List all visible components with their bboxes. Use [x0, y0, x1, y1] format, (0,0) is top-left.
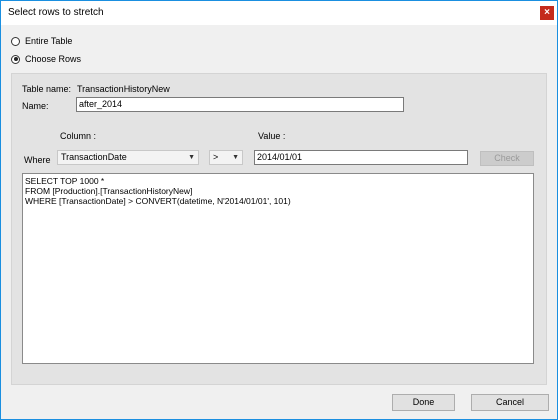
value-input[interactable]: 2014/01/01 — [254, 150, 468, 165]
value-header: Value : — [258, 131, 286, 141]
operator-dropdown[interactable]: > ▼ — [209, 150, 243, 165]
choose-rows-option[interactable]: Choose Rows — [11, 53, 81, 65]
choose-rows-label: Choose Rows — [25, 54, 82, 64]
close-icon: × — [544, 7, 550, 18]
sql-preview-textarea[interactable]: SELECT TOP 1000 * FROM [Production].[Tra… — [22, 173, 534, 364]
entire-table-radio[interactable] — [11, 36, 20, 46]
entire-table-option[interactable]: Entire Table — [11, 35, 72, 47]
where-label: Where — [24, 155, 51, 165]
dialog-window: Select rows to stretch × Entire Table Ch… — [0, 0, 558, 420]
window-title: Select rows to stretch — [8, 7, 104, 18]
choose-rows-radio[interactable] — [11, 54, 20, 64]
close-button[interactable]: × — [540, 6, 554, 20]
chevron-down-icon: ▼ — [232, 154, 239, 161]
name-label: Name: — [22, 101, 49, 111]
table-name-value: TransactionHistoryNew — [77, 84, 170, 94]
sql-line: SELECT TOP 1000 * — [25, 176, 105, 186]
choose-rows-panel: Table name: TransactionHistoryNew Name: … — [11, 73, 547, 385]
sql-line: FROM [Production].[TransactionHistoryNew… — [25, 186, 193, 196]
sql-line: WHERE [TransactionDate] > CONVERT(dateti… — [25, 196, 291, 206]
check-button[interactable]: Check — [480, 151, 534, 166]
column-dropdown-value: TransactionDate — [61, 152, 127, 162]
column-header: Column : — [60, 131, 97, 141]
table-name-label: Table name: — [22, 84, 72, 94]
cancel-button[interactable]: Cancel — [471, 394, 549, 411]
name-input[interactable]: after_2014 — [76, 97, 404, 112]
column-dropdown[interactable]: TransactionDate ▼ — [57, 150, 199, 165]
operator-dropdown-value: > — [213, 152, 219, 162]
done-button[interactable]: Done — [392, 394, 455, 411]
title-bar[interactable]: Select rows to stretch × — [1, 1, 557, 25]
chevron-down-icon: ▼ — [188, 154, 195, 161]
entire-table-label: Entire Table — [25, 36, 73, 46]
